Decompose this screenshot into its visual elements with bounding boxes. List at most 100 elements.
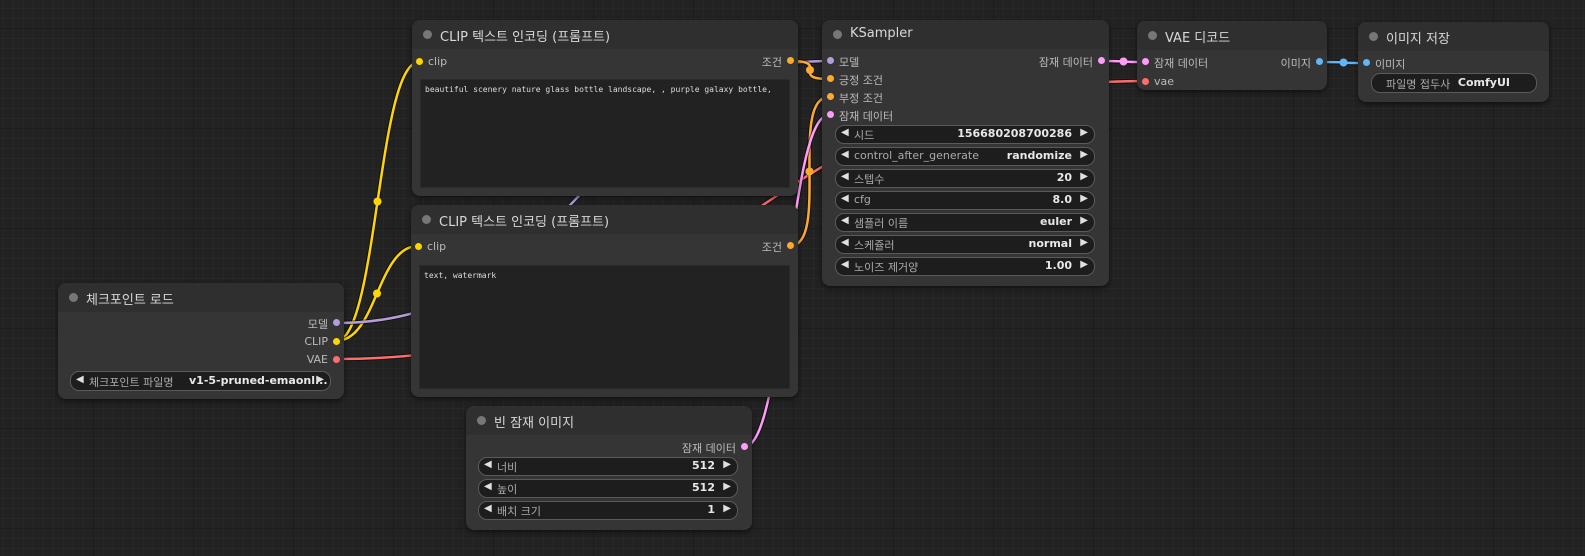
- arrow-right-icon[interactable]: ▶: [1080, 237, 1088, 248]
- input-slot-positive[interactable]: 긍정 조건: [827, 71, 947, 87]
- arrow-left-icon[interactable]: ◀: [841, 171, 849, 182]
- slot-pin-icon[interactable]: [415, 243, 422, 250]
- arrow-left-icon[interactable]: ◀: [841, 259, 849, 270]
- node-checkpoint-loader[interactable]: 체크포인트 로드 모델 CLIP VAE ◀ 체크포인트 파일명 v1-5-pr…: [58, 283, 344, 399]
- arrow-left-icon[interactable]: ◀: [484, 481, 492, 492]
- collapse-dot-icon[interactable]: [833, 30, 842, 39]
- filename-prefix-widget[interactable]: 파일명 접두사 ComfyUI: [1371, 73, 1537, 93]
- arrow-left-icon[interactable]: ◀: [841, 215, 849, 226]
- node-title-bar[interactable]: KSampler: [822, 20, 1109, 49]
- arrow-left-icon[interactable]: ◀: [76, 374, 84, 385]
- slot-pin-icon[interactable]: [416, 58, 423, 65]
- slot-pin-icon[interactable]: [787, 242, 794, 249]
- node-title-bar[interactable]: VAE 디코드: [1137, 21, 1327, 50]
- output-slot-latent[interactable]: 잠재 데이터: [985, 53, 1105, 69]
- slot-pin-icon[interactable]: [1316, 58, 1323, 65]
- slot-pin-icon[interactable]: [333, 338, 340, 345]
- prompt-textarea[interactable]: text, watermark: [419, 265, 790, 389]
- arrow-right-icon[interactable]: ▶: [1080, 127, 1088, 138]
- arrow-left-icon[interactable]: ◀: [841, 193, 849, 204]
- cfg-widget[interactable]: ◀ cfg 8.0 ▶: [835, 191, 1095, 210]
- output-slot-clip[interactable]: CLIP: [190, 334, 340, 350]
- collapse-dot-icon[interactable]: [423, 30, 432, 39]
- link-center-marker[interactable]: [806, 66, 814, 74]
- collapse-dot-icon[interactable]: [1148, 31, 1157, 40]
- slot-pin-icon[interactable]: [1142, 78, 1149, 85]
- node-ksampler[interactable]: KSampler 모델 긍정 조건 부정 조건 잠재 데이터 잠재 데이터 ◀ …: [822, 20, 1109, 286]
- denoise-widget[interactable]: ◀ 노이즈 제거양 1.00 ▶: [835, 257, 1095, 276]
- input-slot-vae[interactable]: vae: [1142, 74, 1242, 90]
- arrow-right-icon[interactable]: ▶: [1080, 215, 1088, 226]
- arrow-right-icon[interactable]: ▶: [1080, 171, 1088, 182]
- input-slot-model[interactable]: 모델: [827, 53, 947, 69]
- collapse-dot-icon[interactable]: [1369, 32, 1378, 41]
- link-clip-to-positive[interactable]: [335, 60, 420, 343]
- input-slot-samples[interactable]: 잠재 데이터: [1142, 54, 1242, 70]
- output-slot-conditioning[interactable]: 조건: [674, 53, 794, 69]
- link-center-marker[interactable]: [1339, 58, 1348, 67]
- node-title-bar[interactable]: CLIP 텍스트 인코딩 (프롬프트): [411, 205, 798, 234]
- node-save-image[interactable]: 이미지 저장 이미지 파일명 접두사 ComfyUI: [1358, 22, 1549, 102]
- link-center-marker[interactable]: [373, 289, 381, 298]
- slot-pin-icon[interactable]: [787, 57, 794, 64]
- arrow-left-icon[interactable]: ◀: [841, 149, 849, 160]
- arrow-right-icon[interactable]: ▶: [1080, 259, 1088, 270]
- arrow-left-icon[interactable]: ◀: [841, 237, 849, 248]
- arrow-left-icon[interactable]: ◀: [841, 127, 849, 138]
- arrow-left-icon[interactable]: ◀: [484, 503, 492, 514]
- node-title-bar[interactable]: 체크포인트 로드: [58, 283, 344, 312]
- steps-widget[interactable]: ◀ 스텝수 20 ▶: [835, 169, 1095, 188]
- node-graph-canvas[interactable]: 체크포인트 로드 모델 CLIP VAE ◀ 체크포인트 파일명 v1-5-pr…: [0, 0, 1585, 556]
- node-clip-text-encode-negative[interactable]: CLIP 텍스트 인코딩 (프롬프트) clip 조건 text, waterm…: [411, 205, 798, 397]
- control-after-generate-widget[interactable]: ◀ control_after_generate randomize ▶: [835, 147, 1095, 166]
- arrow-right-icon[interactable]: ▶: [723, 459, 731, 470]
- slot-pin-icon[interactable]: [827, 57, 834, 64]
- width-widget[interactable]: ◀ 너비 512 ▶: [478, 457, 738, 476]
- output-slot-model[interactable]: 모델: [190, 315, 340, 331]
- collapse-dot-icon[interactable]: [477, 416, 486, 425]
- input-slot-clip[interactable]: clip: [416, 54, 536, 70]
- output-slot-conditioning[interactable]: 조건: [674, 238, 794, 254]
- slot-pin-icon[interactable]: [333, 356, 340, 363]
- slot-pin-icon[interactable]: [1142, 58, 1149, 65]
- prompt-textarea[interactable]: beautiful scenery nature glass bottle la…: [420, 79, 790, 188]
- arrow-right-icon[interactable]: ▶: [1080, 149, 1088, 160]
- arrow-left-icon[interactable]: ◀: [484, 459, 492, 470]
- slot-pin-icon[interactable]: [827, 93, 834, 100]
- node-empty-latent-image[interactable]: 빈 잠재 이미지 잠재 데이터 ◀ 너비 512 ▶ ◀ 높이 512 ▶ ◀ …: [466, 406, 752, 530]
- height-widget[interactable]: ◀ 높이 512 ▶: [478, 479, 738, 498]
- input-slot-negative[interactable]: 부정 조건: [827, 89, 947, 105]
- arrow-right-icon[interactable]: ▶: [723, 503, 731, 514]
- arrow-right-icon[interactable]: ▶: [1080, 193, 1088, 204]
- link-center-marker[interactable]: [1119, 57, 1128, 66]
- collapse-dot-icon[interactable]: [69, 293, 78, 302]
- input-slot-images[interactable]: 이미지: [1363, 55, 1463, 71]
- node-clip-text-encode-positive[interactable]: CLIP 텍스트 인코딩 (프롬프트) clip 조건 beautiful sc…: [412, 20, 798, 196]
- output-slot-latent[interactable]: 잠재 데이터: [598, 439, 748, 455]
- slot-pin-icon[interactable]: [827, 75, 834, 82]
- checkpoint-filename-combo[interactable]: ◀ 체크포인트 파일명 v1-5-pruned-emaonl... ▶: [70, 371, 331, 391]
- link-center-marker[interactable]: [805, 167, 814, 176]
- node-title-bar[interactable]: CLIP 텍스트 인코딩 (프롬프트): [412, 20, 798, 49]
- node-vae-decode[interactable]: VAE 디코드 잠재 데이터 vae 이미지: [1137, 21, 1327, 90]
- link-center-marker[interactable]: [373, 197, 382, 206]
- batch-size-widget[interactable]: ◀ 배치 크기 1 ▶: [478, 501, 738, 520]
- output-slot-vae[interactable]: VAE: [190, 352, 340, 368]
- slot-pin-icon[interactable]: [1363, 59, 1370, 66]
- node-title-bar[interactable]: 빈 잠재 이미지: [466, 406, 752, 435]
- node-title-bar[interactable]: 이미지 저장: [1358, 22, 1549, 51]
- seed-widget[interactable]: ◀ 시드 156680208700286 ▶: [835, 125, 1095, 144]
- slot-pin-icon[interactable]: [333, 319, 340, 326]
- input-slot-clip[interactable]: clip: [415, 239, 535, 255]
- arrow-right-icon[interactable]: ▶: [316, 374, 324, 385]
- link-clip-to-negative[interactable]: [335, 244, 419, 343]
- slot-pin-icon[interactable]: [1098, 57, 1105, 64]
- slot-pin-icon[interactable]: [827, 111, 834, 118]
- output-slot-image[interactable]: 이미지: [1243, 54, 1323, 70]
- scheduler-widget[interactable]: ◀ 스케쥴러 normal ▶: [835, 235, 1095, 254]
- slot-pin-icon[interactable]: [741, 443, 748, 450]
- arrow-right-icon[interactable]: ▶: [723, 481, 731, 492]
- sampler-name-widget[interactable]: ◀ 샘플러 이름 euler ▶: [835, 213, 1095, 232]
- collapse-dot-icon[interactable]: [422, 215, 431, 224]
- input-slot-latent[interactable]: 잠재 데이터: [827, 107, 947, 123]
